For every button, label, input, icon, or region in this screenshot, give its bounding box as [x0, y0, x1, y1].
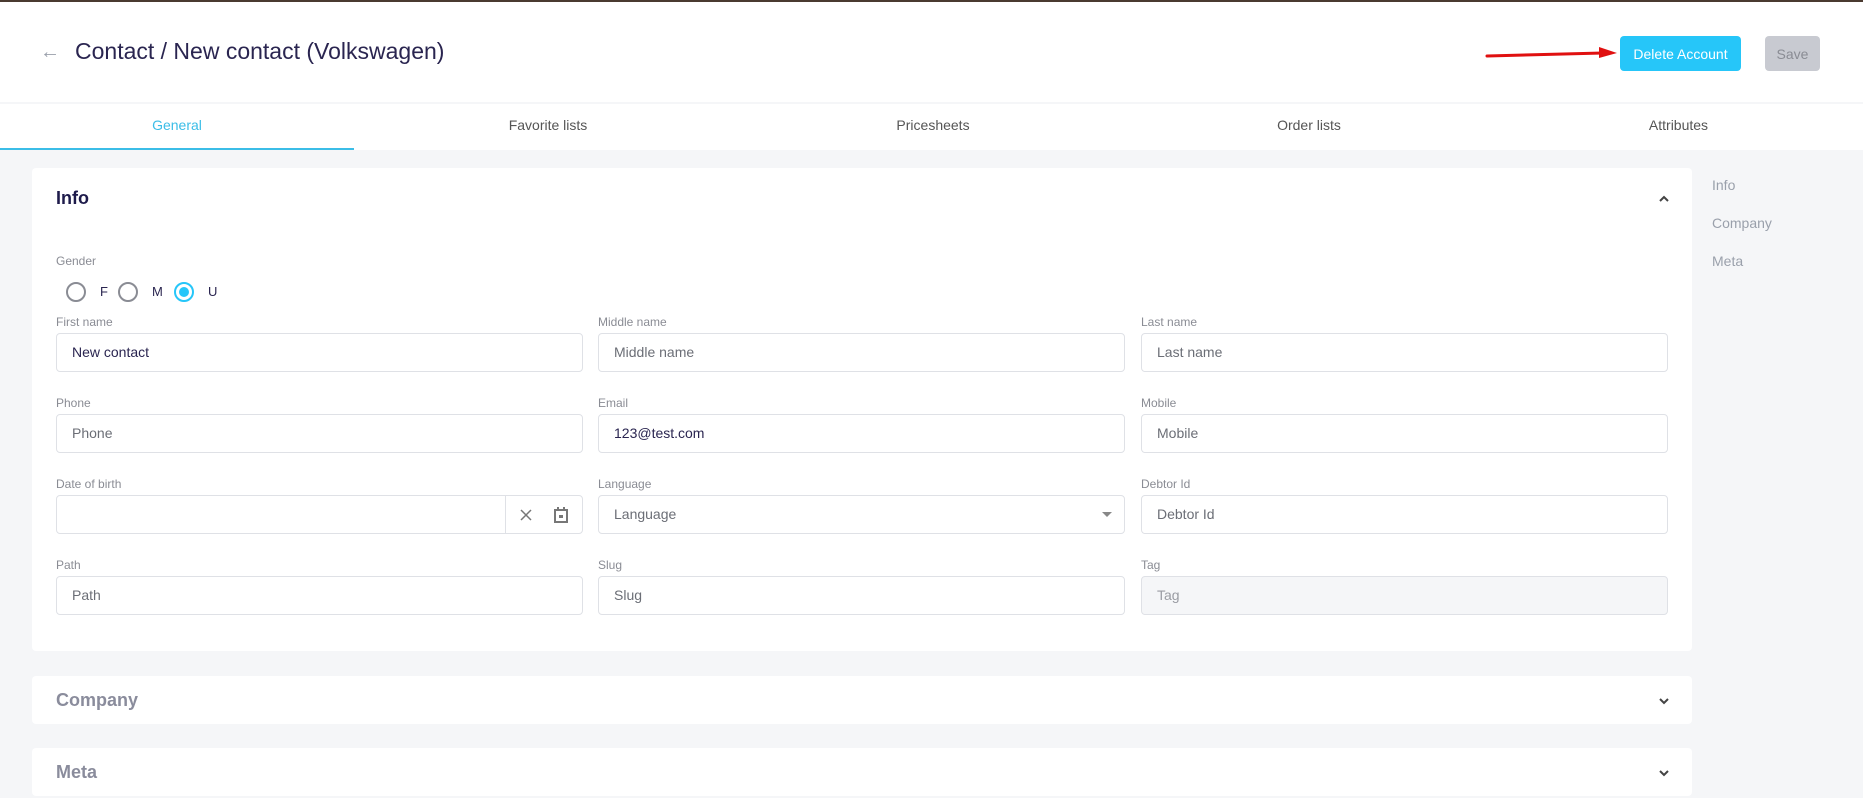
sidenav-meta[interactable]: Meta	[1712, 253, 1743, 269]
gender-option-f: F	[100, 284, 108, 299]
middle-name-input[interactable]: Middle name	[598, 333, 1125, 372]
tab-order-lists[interactable]: Order lists	[1124, 104, 1494, 150]
tag-input: Tag	[1141, 576, 1668, 615]
clear-icon[interactable]	[519, 508, 533, 522]
last-name-label: Last name	[1141, 315, 1198, 329]
first-name-label: First name	[56, 315, 113, 329]
email-label: Email	[598, 396, 629, 410]
slug-label: Slug	[598, 558, 623, 572]
gender-radio-u[interactable]	[174, 282, 194, 302]
gender-radio-f[interactable]	[66, 282, 86, 302]
mobile-label: Mobile	[1141, 396, 1177, 410]
meta-section[interactable]: Meta	[32, 748, 1692, 796]
info-section: Info Gender F M U First name New contact…	[32, 168, 1692, 651]
tab-attributes[interactable]: Attributes	[1494, 104, 1863, 150]
save-button[interactable]: Save	[1765, 36, 1820, 71]
language-label: Language	[598, 477, 652, 491]
email-input[interactable]: 123@test.com	[598, 414, 1125, 453]
path-input[interactable]: Path	[56, 576, 583, 615]
dob-label: Date of birth	[56, 477, 122, 491]
annotation-arrow-icon	[1485, 47, 1617, 58]
first-name-input[interactable]: New contact	[56, 333, 583, 372]
chevron-down-icon[interactable]	[1657, 766, 1671, 780]
debtor-id-label: Debtor Id	[1141, 477, 1191, 491]
meta-section-title: Meta	[56, 762, 98, 782]
company-section[interactable]: Company	[32, 676, 1692, 724]
phone-input[interactable]: Phone	[56, 414, 583, 453]
sidenav-company[interactable]: Company	[1712, 215, 1772, 231]
info-section-title: Info	[56, 188, 89, 208]
tab-pricesheets[interactable]: Pricesheets	[742, 104, 1124, 150]
tab-favorite-lists[interactable]: Favorite lists	[354, 104, 742, 150]
gender-option-u: U	[208, 284, 218, 299]
path-label: Path	[56, 558, 81, 572]
gender-option-m: M	[152, 284, 163, 299]
language-select[interactable]: Language	[598, 495, 1125, 534]
tab-general[interactable]: General	[0, 104, 354, 150]
dob-input[interactable]	[56, 495, 583, 534]
calendar-icon[interactable]	[554, 507, 568, 523]
tab-bar: General Favorite lists Pricesheets Order…	[0, 104, 1863, 150]
gender-radio-m[interactable]	[118, 282, 138, 302]
language-select-value: Language	[614, 506, 677, 522]
middle-name-label: Middle name	[598, 315, 667, 329]
chevron-up-icon[interactable]	[1657, 192, 1671, 206]
dob-divider	[505, 496, 506, 533]
last-name-input[interactable]: Last name	[1141, 333, 1668, 372]
debtor-id-input[interactable]: Debtor Id	[1141, 495, 1668, 534]
delete-account-button[interactable]: Delete Account	[1620, 36, 1741, 71]
company-section-title: Company	[56, 690, 139, 710]
page-title: Contact / New contact (Volkswagen)	[75, 38, 445, 64]
sidenav-info[interactable]: Info	[1712, 177, 1735, 193]
gender-label: Gender	[56, 254, 97, 268]
phone-label: Phone	[56, 396, 91, 410]
slug-input[interactable]: Slug	[598, 576, 1125, 615]
dropdown-caret-icon	[1102, 512, 1112, 517]
page-header: ← Contact / New contact (Volkswagen) Del…	[0, 2, 1863, 102]
chevron-down-icon[interactable]	[1657, 694, 1671, 708]
mobile-input[interactable]: Mobile	[1141, 414, 1668, 453]
back-arrow-icon[interactable]: ←	[40, 42, 60, 62]
tag-label: Tag	[1141, 558, 1161, 572]
